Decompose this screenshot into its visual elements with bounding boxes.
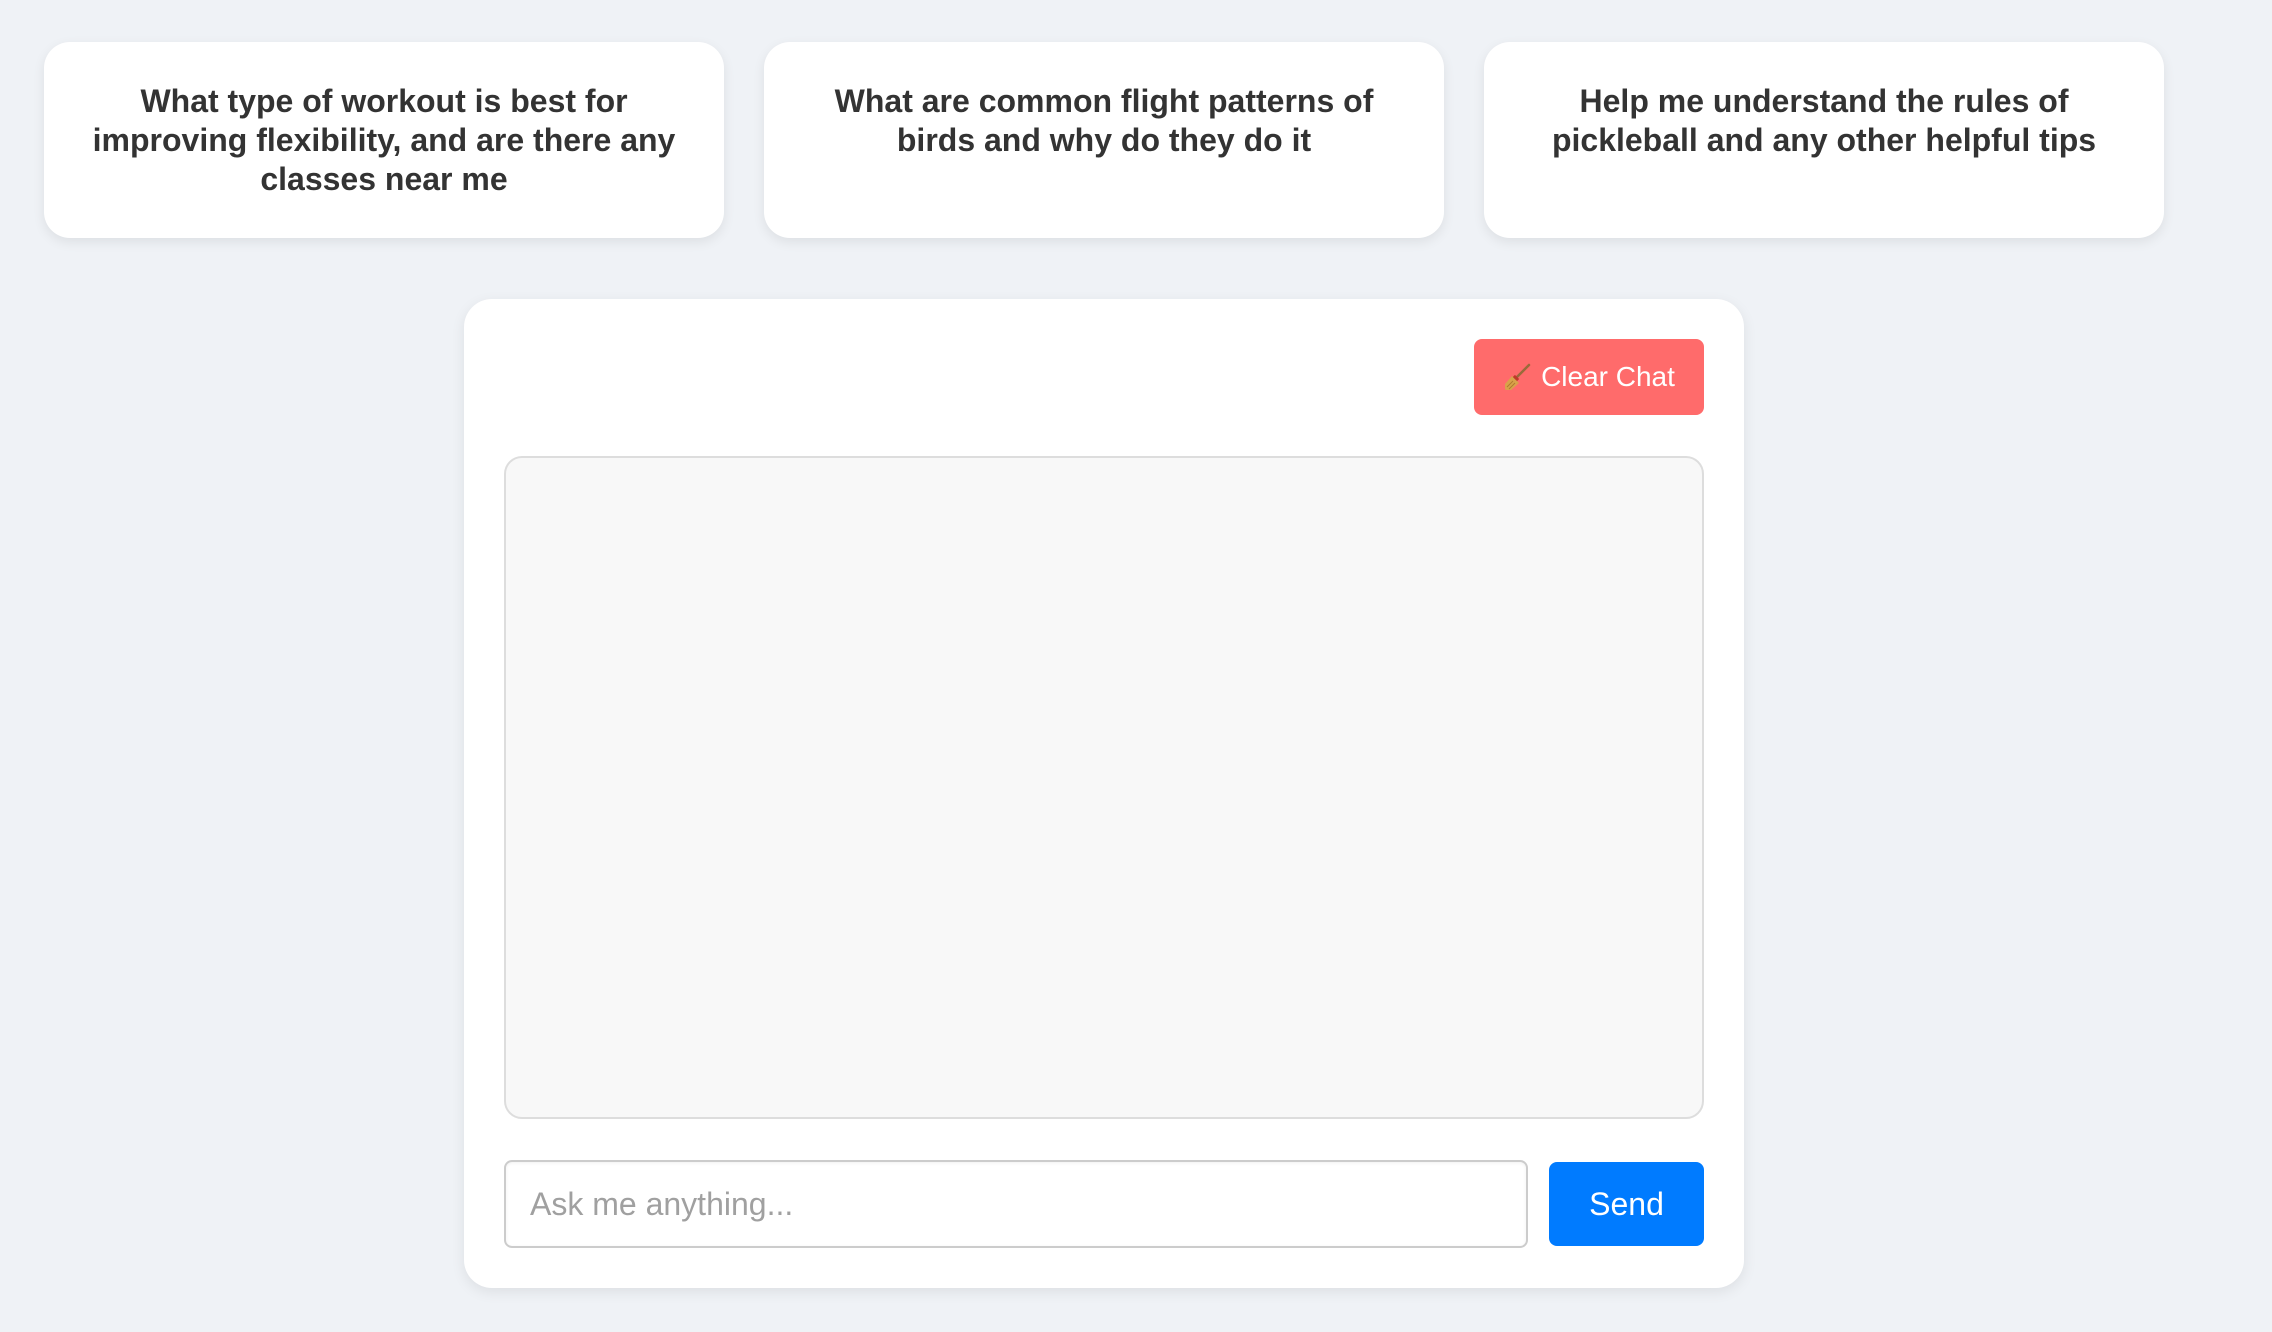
messages-area[interactable]	[504, 456, 1704, 1119]
clear-chat-label: Clear Chat	[1541, 361, 1675, 392]
suggestion-text: What are common flight patterns of birds…	[834, 83, 1374, 158]
send-button[interactable]: Send	[1549, 1162, 1704, 1246]
suggestion-card-birds[interactable]: What are common flight patterns of birds…	[764, 42, 1444, 238]
suggestion-text: What type of workout is best for improvi…	[92, 83, 676, 197]
clear-chat-button[interactable]: Clear Chat	[1474, 339, 1704, 415]
suggestion-text: Help me understand the rules of pickleba…	[1551, 83, 2097, 158]
broom-icon	[1503, 362, 1533, 392]
suggestion-cards: What type of workout is best for improvi…	[44, 42, 2164, 238]
chat-panel: Clear Chat Send	[464, 299, 1744, 1288]
input-row: Send	[504, 1160, 1704, 1248]
suggestion-card-flexibility[interactable]: What type of workout is best for improvi…	[44, 42, 724, 238]
message-input[interactable]	[504, 1160, 1528, 1248]
suggestion-card-pickleball[interactable]: Help me understand the rules of pickleba…	[1484, 42, 2164, 238]
